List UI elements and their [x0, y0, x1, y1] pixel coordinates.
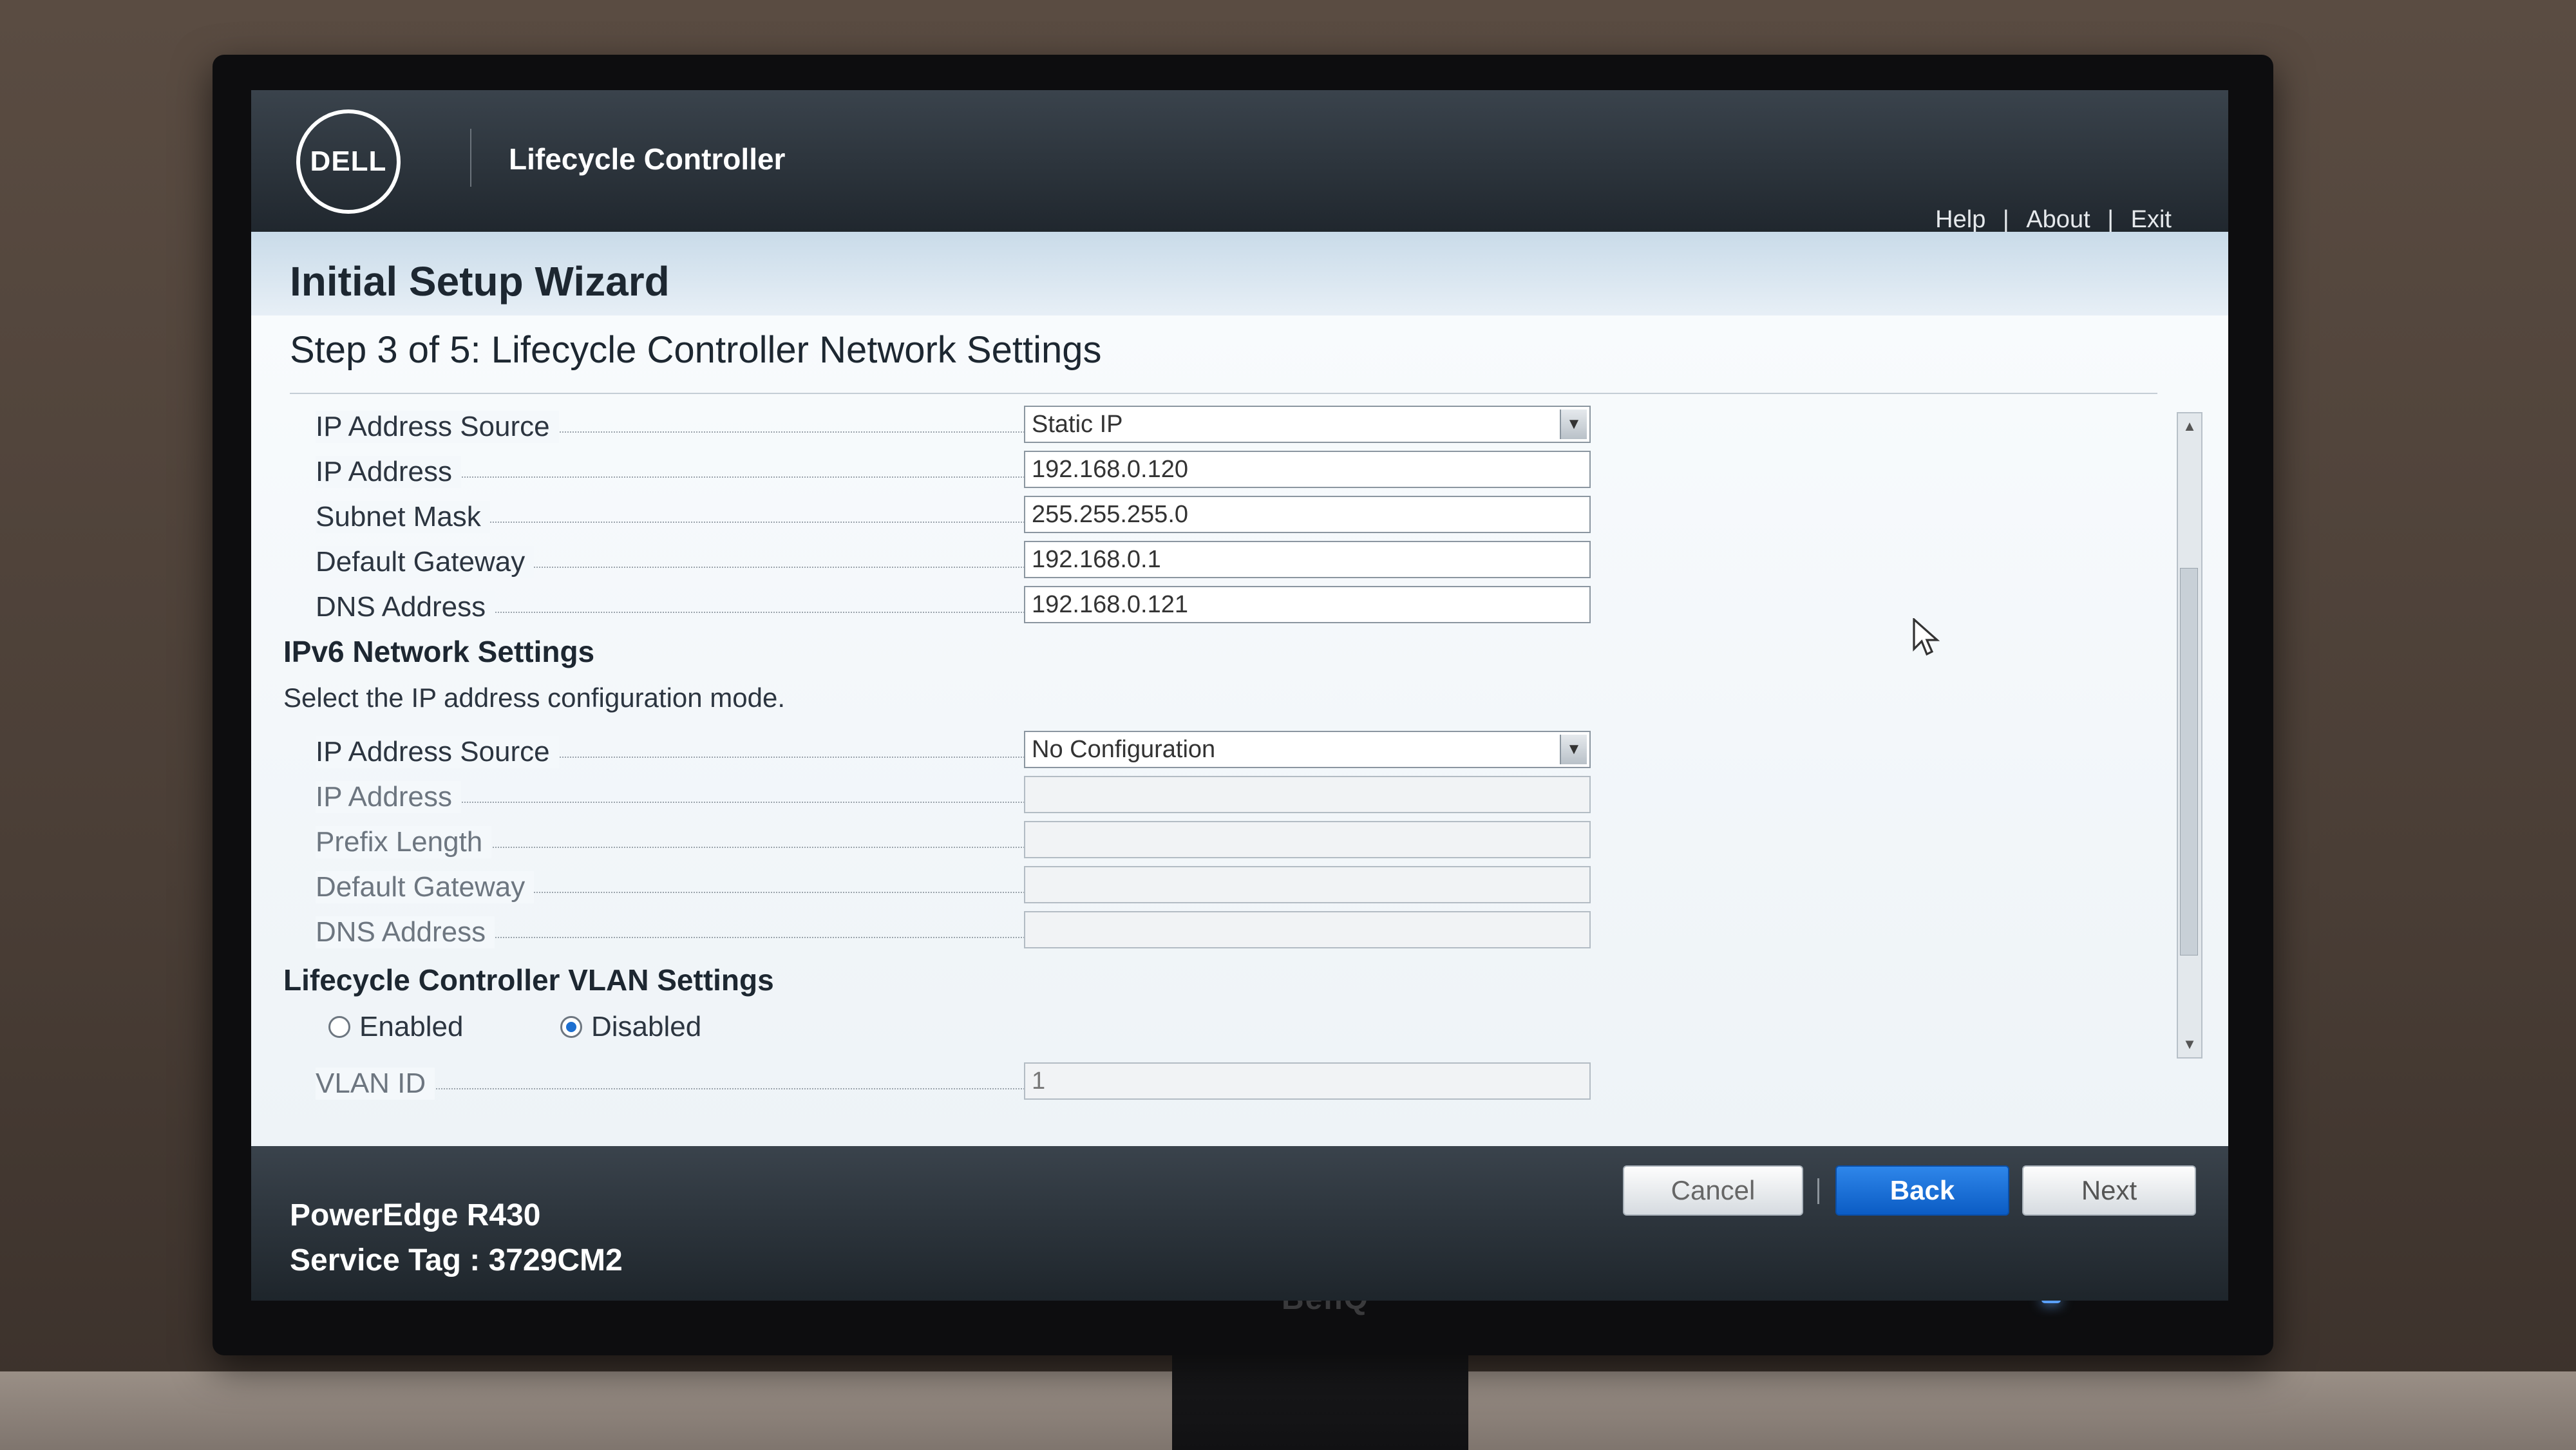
ipv6-instruction: Select the IP address configuration mode… — [283, 683, 786, 713]
vlan-disabled-radio[interactable]: Disabled — [560, 1011, 701, 1043]
ipv6-section-heading: IPv6 Network Settings — [283, 635, 595, 668]
field-label: Prefix Length — [316, 826, 492, 858]
vlan-enabled-radio[interactable]: Enabled — [328, 1011, 463, 1043]
next-button[interactable]: Next — [2022, 1165, 2196, 1216]
about-link[interactable]: About — [2026, 206, 2090, 233]
ipv4-dns-address-input[interactable]: 192.168.0.121 — [1024, 586, 1591, 623]
ipv4-ip-address-input[interactable]: 192.168.0.120 — [1024, 451, 1591, 488]
radio-checked-icon[interactable] — [560, 1016, 582, 1038]
field-label: Subnet Mask — [316, 501, 490, 533]
vertical-scrollbar[interactable]: ▲ ▼ — [2177, 412, 2202, 1059]
wizard-content: Step 3 of 5: Lifecycle Controller Networ… — [251, 315, 2228, 1146]
step-divider — [290, 393, 2157, 394]
ipv4-address-source-select[interactable]: Static IP ▼ — [1024, 406, 1591, 443]
field-label: IP Address — [316, 781, 461, 813]
page-title: Initial Setup Wizard — [290, 258, 670, 305]
dell-logo: DELL — [296, 109, 401, 214]
header-divider — [470, 129, 471, 187]
scroll-up-arrow-icon[interactable]: ▲ — [2178, 413, 2201, 439]
vlan-section-heading: Lifecycle Controller VLAN Settings — [283, 963, 774, 997]
link-separator: | — [2002, 206, 2009, 233]
radio-label: Enabled — [359, 1011, 464, 1042]
service-tag-value: 3729CM2 — [488, 1243, 623, 1277]
app-footer: PowerEdge R430 Service Tag : 3729CM2 Can… — [251, 1146, 2228, 1301]
ipv6-ip-address-input[interactable] — [1024, 776, 1591, 813]
back-button[interactable]: Back — [1835, 1165, 2009, 1216]
link-separator: | — [2107, 206, 2114, 233]
wizard-title-bar: Initial Setup Wizard — [251, 232, 2228, 317]
scroll-thumb[interactable] — [2180, 568, 2198, 956]
service-tag-label: Service Tag : — [290, 1243, 489, 1277]
ipv6-default-gateway-input[interactable] — [1024, 866, 1591, 903]
screen: DELL Lifecycle Controller Help | About |… — [251, 90, 2228, 1301]
ipv4-default-gateway-input[interactable]: 192.168.0.1 — [1024, 541, 1591, 578]
field-label: Default Gateway — [316, 871, 535, 903]
ipv6-address-source-select[interactable]: No Configuration ▼ — [1024, 731, 1591, 768]
app-title: Lifecycle Controller — [509, 142, 786, 176]
ipv6-prefix-length-input[interactable] — [1024, 821, 1591, 858]
field-label: DNS Address — [316, 916, 495, 948]
field-label: Default Gateway — [316, 546, 535, 578]
select-value: No Configuration — [1032, 736, 1216, 763]
field-label: IP Address — [316, 456, 461, 488]
vlan-id-input[interactable]: 1 — [1024, 1062, 1591, 1100]
field-label: DNS Address — [316, 591, 495, 623]
monitor-stand — [1172, 1352, 1468, 1450]
field-label: VLAN ID — [316, 1068, 435, 1100]
button-separator — [1817, 1178, 1819, 1204]
help-link[interactable]: Help — [1935, 206, 1985, 233]
app-header: DELL Lifecycle Controller Help | About |… — [251, 90, 2228, 234]
field-label: IP Address Source — [316, 411, 559, 443]
chevron-down-icon[interactable]: ▼ — [1560, 735, 1587, 764]
cancel-button[interactable]: Cancel — [1623, 1165, 1803, 1216]
mouse-cursor-icon — [1913, 618, 1940, 656]
chevron-down-icon[interactable]: ▼ — [1560, 410, 1587, 439]
ipv6-dns-address-input[interactable] — [1024, 911, 1591, 948]
radio-label: Disabled — [591, 1011, 702, 1042]
header-links: Help | About | Exit — [1930, 206, 2177, 234]
server-model: PowerEdge R430 — [290, 1198, 541, 1232]
field-label: IP Address Source — [316, 736, 559, 768]
scroll-down-arrow-icon[interactable]: ▼ — [2178, 1031, 2201, 1057]
select-value: Static IP — [1032, 411, 1123, 438]
step-title: Step 3 of 5: Lifecycle Controller Networ… — [290, 329, 1102, 371]
exit-link[interactable]: Exit — [2131, 206, 2172, 233]
radio-unchecked-icon[interactable] — [328, 1016, 350, 1038]
service-tag: Service Tag : 3729CM2 — [290, 1243, 623, 1278]
ipv4-subnet-mask-input[interactable]: 255.255.255.0 — [1024, 496, 1591, 533]
